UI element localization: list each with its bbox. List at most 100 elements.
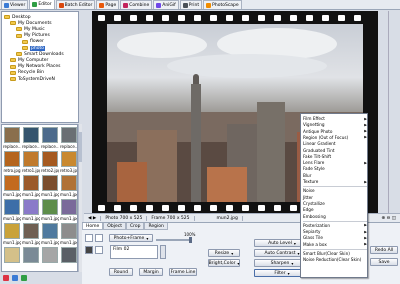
tool-icon-b[interactable] <box>95 234 103 242</box>
tree-item[interactable]: My Documents <box>10 20 52 26</box>
tree-item[interactable]: My Pictures <box>16 33 50 39</box>
resize-button[interactable]: Resize <box>208 249 240 257</box>
tool-icon-a[interactable] <box>85 234 93 242</box>
thumbnail-image[interactable] <box>42 175 58 191</box>
thumbnail-image[interactable] <box>23 127 39 143</box>
thumbnail-image[interactable] <box>42 127 58 143</box>
film-hole <box>242 205 249 211</box>
ribbon-tab-crop[interactable]: Crop <box>125 223 145 230</box>
thumbnail-image[interactable] <box>23 223 39 239</box>
round-button[interactable]: Round <box>109 268 133 276</box>
tab-editor[interactable]: Editor <box>29 0 55 9</box>
menu-item[interactable]: Noise <box>303 188 367 193</box>
tab-anigif[interactable]: AniGif <box>153 0 179 9</box>
ribbon-tab-region[interactable]: Region <box>144 223 168 230</box>
frame-slider[interactable] <box>156 237 192 243</box>
film-hole <box>258 15 265 21</box>
thumbnail-image[interactable] <box>4 127 20 143</box>
tree-item[interactable]: My Computer <box>10 57 48 63</box>
menu-item[interactable]: Blur <box>303 173 367 178</box>
thumbnail-image[interactable] <box>61 127 77 143</box>
menu-item[interactable]: Smart Blur(Clear Skin) <box>303 251 367 256</box>
menu-item[interactable]: Fade Style <box>303 166 367 171</box>
menu-item[interactable]: Edge <box>303 207 367 212</box>
bright-color-button[interactable]: Bright,Color <box>208 259 240 267</box>
menu-item[interactable]: Noise Reduction(Clear Skin) <box>303 257 367 262</box>
up-folder-icon[interactable] <box>21 275 27 281</box>
tab-photoscape[interactable]: PhotoScape <box>203 0 242 9</box>
tab-viewer[interactable]: Viewer <box>1 0 29 9</box>
film-select[interactable]: Film 02 <box>110 245 158 259</box>
tab-combine[interactable]: Combine <box>120 0 153 9</box>
thumbnail-image[interactable] <box>23 247 39 263</box>
folder-icon <box>22 46 28 50</box>
zoom-icons[interactable]: ⊕ ⊖ ◫ <box>377 216 400 221</box>
menu-item[interactable]: Make a box ▶ <box>303 242 367 247</box>
tab-print[interactable]: Print <box>179 0 203 9</box>
thumbnail-image[interactable] <box>61 151 77 167</box>
menu-item[interactable]: Region (Out of Focus) ▶ <box>303 135 367 140</box>
tree-item[interactable]: ToSystemDriveN <box>10 76 55 82</box>
frame-line-button[interactable]: Frame Line <box>169 268 197 276</box>
ribbon-tab-home[interactable]: Home <box>82 223 104 230</box>
tree-item[interactable]: photo <box>22 45 45 51</box>
thumbnail-image[interactable] <box>4 175 20 191</box>
tab-batch-editor[interactable]: Batch Editor <box>55 0 96 9</box>
status-nav-icon[interactable]: ◀ ▶ <box>84 215 102 221</box>
refresh-icon[interactable] <box>12 275 18 281</box>
thumbnail-image[interactable] <box>4 199 20 215</box>
tab-page[interactable]: Page <box>96 0 120 9</box>
menu-item[interactable]: Linear Gradient <box>303 141 367 146</box>
menu-item[interactable]: Film Effect ▶ <box>303 116 367 121</box>
menu-item[interactable]: Posterization ▶ <box>303 223 367 228</box>
menu-item[interactable]: Lens Flare ▶ <box>303 160 367 165</box>
thumbnail-image[interactable] <box>4 247 20 263</box>
photo-frame-dropdown[interactable]: Photo+Frame <box>109 234 153 242</box>
film-hole <box>210 15 217 21</box>
thumbnail-image[interactable] <box>61 199 77 215</box>
scrollbar-thumb[interactable] <box>79 132 82 162</box>
tree-item[interactable]: Recycle Bin <box>10 70 44 76</box>
menu-item[interactable]: Vignetting ▶ <box>303 122 367 127</box>
menu-item[interactable]: Crystallize <box>303 201 367 206</box>
folder-tree[interactable]: Desktop My Documents My Music My Pictures fl… <box>1 11 79 123</box>
thumbnail-image[interactable] <box>42 223 58 239</box>
thumbnail-image[interactable] <box>23 151 39 167</box>
thumbnail-image[interactable] <box>42 247 58 263</box>
menu-item[interactable]: Jitter <box>303 195 367 200</box>
thumbnail-image[interactable] <box>23 199 39 215</box>
crop-icon[interactable] <box>95 246 103 254</box>
thumbnail-image[interactable] <box>42 199 58 215</box>
save-button[interactable]: Save <box>370 258 398 266</box>
redo-all-button[interactable]: Redo All <box>370 246 398 254</box>
menu-item[interactable]: Texture ▶ <box>303 179 367 184</box>
tree-item-label: My Computer <box>18 57 49 63</box>
tree-item[interactable]: My Network Places <box>10 64 61 70</box>
rotate-icon[interactable] <box>3 275 9 281</box>
tree-item[interactable]: My Music <box>16 26 45 32</box>
thumbnail-image[interactable] <box>42 151 58 167</box>
tree-item[interactable]: Smart Downloads <box>16 51 64 57</box>
menu-item[interactable]: Embossing <box>303 214 367 219</box>
ribbon-tab-object[interactable]: Object <box>103 223 126 230</box>
thumbnail-image[interactable] <box>61 247 77 263</box>
tree-item[interactable]: flower <box>22 39 44 45</box>
thumbnail-image[interactable] <box>61 175 77 191</box>
thumbnail-panel[interactable]: replace... replace... replace... replace...… <box>1 124 78 272</box>
menu-item[interactable]: Fake Tilt-Shift <box>303 154 367 159</box>
thumbnail-image[interactable] <box>4 223 20 239</box>
film-select-scroll[interactable] <box>160 245 166 259</box>
thumbnail-image[interactable] <box>23 175 39 191</box>
color-swatch-icon[interactable] <box>85 246 93 254</box>
menu-item[interactable]: Graduated Tint <box>303 148 367 153</box>
film-hole <box>130 15 137 21</box>
menu-item[interactable]: Glass Tile ▶ <box>303 235 367 240</box>
menu-item[interactable]: Antique Photo ▶ <box>303 129 367 134</box>
menu-item-label: Make a box <box>303 241 327 247</box>
thumbnail-image[interactable] <box>61 223 77 239</box>
thumbnail-image[interactable] <box>4 151 20 167</box>
margin-button[interactable]: Margin <box>139 268 163 276</box>
menu-item[interactable]: Sepiarty ▶ <box>303 229 367 234</box>
slider-knob[interactable] <box>189 237 192 243</box>
tree-item[interactable]: Desktop <box>4 14 31 20</box>
